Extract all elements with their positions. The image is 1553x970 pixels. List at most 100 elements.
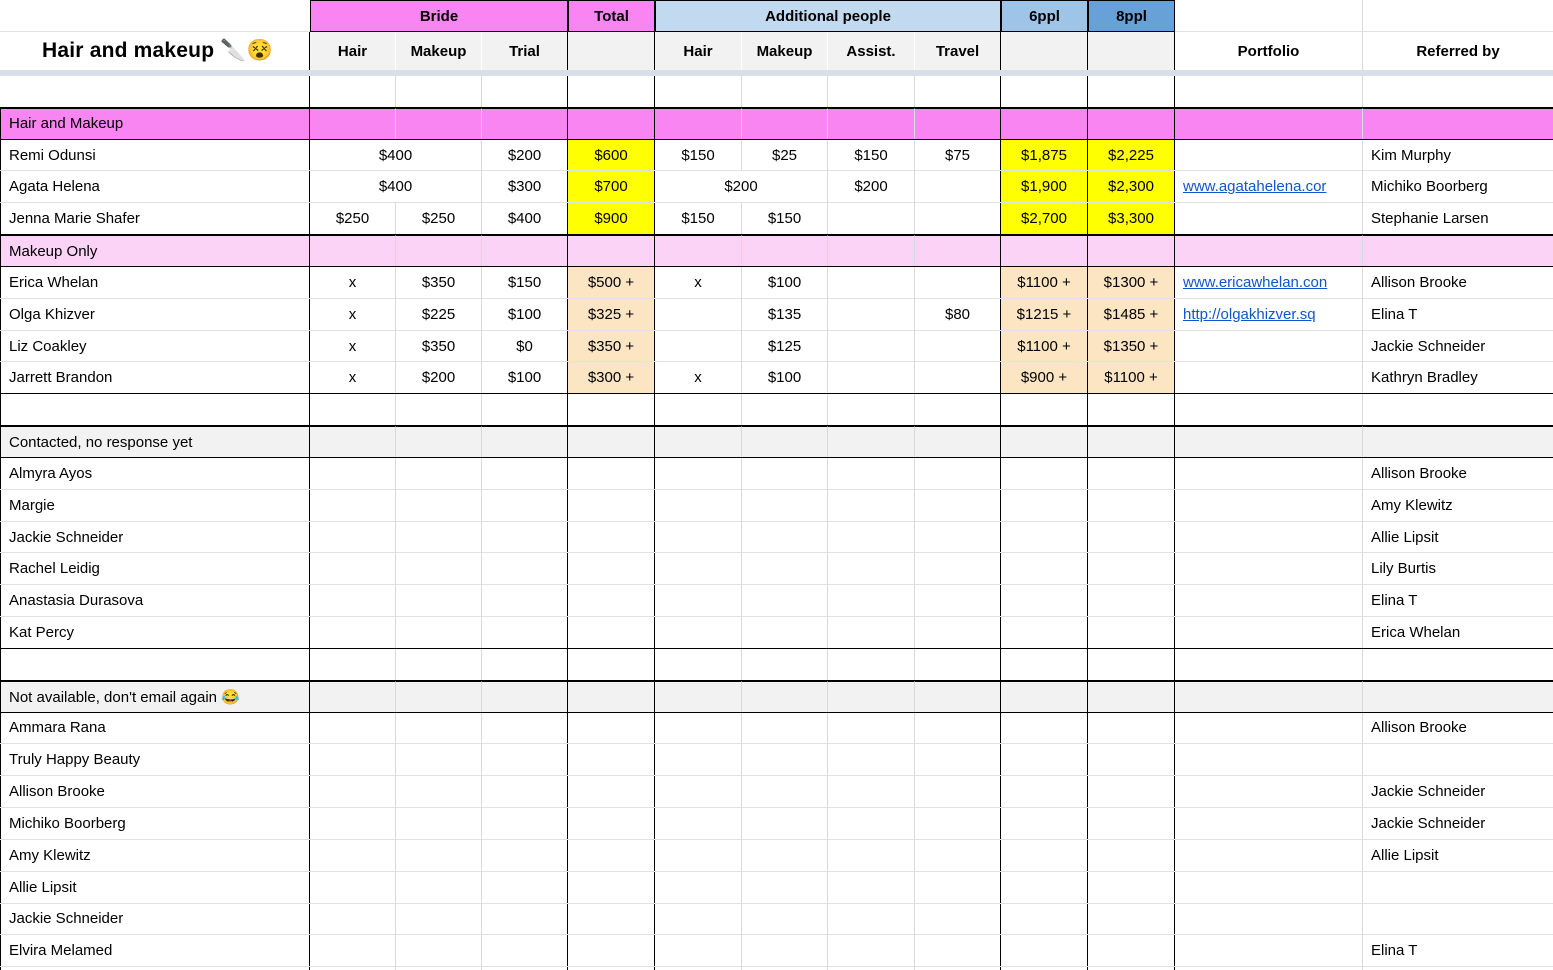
cell-addl-travel[interactable]	[915, 872, 1001, 903]
cell-p6[interactable]	[1001, 553, 1088, 584]
section-cell[interactable]	[655, 426, 742, 457]
cell-total[interactable]: $350 +	[568, 331, 655, 362]
section-cell[interactable]	[742, 681, 828, 712]
portfolio-link[interactable]: http://olgakhizver.sq	[1183, 306, 1316, 323]
cell-portfolio[interactable]	[1175, 522, 1363, 553]
section-cell[interactable]	[310, 108, 396, 139]
cell-total[interactable]	[568, 713, 655, 744]
section-cell[interactable]	[655, 235, 742, 266]
cell-bride-hair[interactable]	[310, 840, 396, 871]
cell-bride-makeup[interactable]	[396, 522, 482, 553]
cell-addl-assist[interactable]	[828, 872, 915, 903]
cell-addl-travel[interactable]: $75	[915, 140, 1001, 171]
cell-addl-makeup[interactable]	[742, 808, 828, 839]
cell-addl-assist[interactable]: $200	[828, 171, 915, 202]
cell-addl-hair[interactable]	[655, 522, 742, 553]
cell-total[interactable]	[568, 872, 655, 903]
empty-cell[interactable]	[1363, 76, 1553, 107]
cell-p6[interactable]	[1001, 840, 1088, 871]
cell-portfolio[interactable]	[1175, 872, 1363, 903]
cell-bride-trial[interactable]: $200	[482, 140, 568, 171]
cell-p8[interactable]	[1088, 808, 1175, 839]
cell-total[interactable]	[568, 744, 655, 775]
col-header-addl-travel[interactable]: Travel	[915, 32, 1001, 70]
section-cell[interactable]	[1175, 235, 1363, 266]
cell-p6[interactable]	[1001, 585, 1088, 616]
section-cell[interactable]	[915, 426, 1001, 457]
cell-name[interactable]: Allie Lipsit	[0, 872, 310, 903]
bride-group-header[interactable]: Bride	[310, 0, 568, 32]
cell-addl-hair[interactable]	[655, 331, 742, 362]
cell-bride-trial[interactable]	[482, 553, 568, 584]
cell-addl-makeup[interactable]	[742, 904, 828, 935]
cell-referred[interactable]: Allie Lipsit	[1363, 522, 1553, 553]
cell-p8[interactable]	[1088, 585, 1175, 616]
cell-total[interactable]: $325 +	[568, 299, 655, 330]
cell-portfolio[interactable]	[1175, 490, 1363, 521]
col-header-portfolio[interactable]: Portfolio	[1175, 32, 1363, 70]
cell-referred[interactable]: Elina T	[1363, 935, 1553, 966]
cell-p8[interactable]	[1088, 872, 1175, 903]
cell-addl-hair[interactable]	[655, 299, 742, 330]
cell-p6[interactable]	[1001, 713, 1088, 744]
cell-total[interactable]	[568, 458, 655, 489]
cell-total[interactable]	[568, 490, 655, 521]
cell-bride-hair[interactable]	[310, 744, 396, 775]
cell-portfolio[interactable]	[1175, 362, 1363, 393]
cell-name[interactable]: Erica Whelan	[0, 267, 310, 298]
cell-addl-assist[interactable]	[828, 490, 915, 521]
cell-portfolio[interactable]	[1175, 585, 1363, 616]
cell-bride-hair[interactable]	[310, 617, 396, 648]
8ppl-header[interactable]: 8ppl	[1088, 0, 1175, 32]
col-header-total-spacer[interactable]	[568, 32, 655, 70]
cell-p8[interactable]	[1088, 776, 1175, 807]
cell-total[interactable]	[568, 840, 655, 871]
cell-referred[interactable]: Allison Brooke	[1363, 458, 1553, 489]
section-cell[interactable]	[310, 235, 396, 266]
empty-cell[interactable]	[568, 649, 655, 680]
cell-bride-hair[interactable]: $250	[310, 203, 396, 234]
section-label[interactable]: Contacted, no response yet	[0, 426, 310, 457]
cell-bride-makeup[interactable]	[396, 553, 482, 584]
cell-p8[interactable]: $2,300	[1088, 171, 1175, 202]
cell-total[interactable]	[568, 776, 655, 807]
cell-p8[interactable]	[1088, 553, 1175, 584]
cell-bride-hair[interactable]	[310, 776, 396, 807]
cell-addl-makeup[interactable]	[742, 935, 828, 966]
section-cell[interactable]	[396, 108, 482, 139]
section-cell[interactable]	[915, 681, 1001, 712]
col-header-6ppl-spacer[interactable]	[1001, 32, 1088, 70]
section-cell[interactable]	[655, 681, 742, 712]
cell-addl-travel[interactable]	[915, 203, 1001, 234]
col-header-bride-trial[interactable]: Trial	[482, 32, 568, 70]
cell-addl-hair[interactable]	[655, 776, 742, 807]
cell-addl-travel[interactable]	[915, 553, 1001, 584]
cell-portfolio[interactable]	[1175, 458, 1363, 489]
cell-addl-hair[interactable]	[655, 713, 742, 744]
cell-portfolio[interactable]	[1175, 140, 1363, 171]
cell-portfolio[interactable]	[1175, 553, 1363, 584]
cell-addl-travel[interactable]	[915, 744, 1001, 775]
cell-p6[interactable]	[1001, 490, 1088, 521]
cell-bride-makeup[interactable]	[396, 904, 482, 935]
cell-name[interactable]: Allison Brooke	[0, 776, 310, 807]
section-cell[interactable]	[742, 235, 828, 266]
cell-name[interactable]: Elvira Melamed	[0, 935, 310, 966]
section-cell[interactable]	[310, 426, 396, 457]
cell-bride-makeup[interactable]: $350	[396, 267, 482, 298]
cell-addl-makeup[interactable]	[742, 553, 828, 584]
cell-addl-travel[interactable]	[915, 522, 1001, 553]
section-label[interactable]: Makeup Only	[0, 235, 310, 266]
cell-bride-hair[interactable]: x	[310, 362, 396, 393]
cell-addl-travel[interactable]	[915, 904, 1001, 935]
cell-p8[interactable]	[1088, 617, 1175, 648]
cell-bride-trial[interactable]: $300	[482, 171, 568, 202]
cell-addl-makeup[interactable]	[742, 585, 828, 616]
cell-bride-makeup[interactable]	[396, 808, 482, 839]
cell-addl-makeup[interactable]	[742, 490, 828, 521]
cell-addl-hair[interactable]	[655, 904, 742, 935]
section-cell[interactable]	[1175, 108, 1363, 139]
section-cell[interactable]	[1363, 426, 1553, 457]
cell-addl-assist[interactable]	[828, 331, 915, 362]
section-cell[interactable]	[568, 108, 655, 139]
